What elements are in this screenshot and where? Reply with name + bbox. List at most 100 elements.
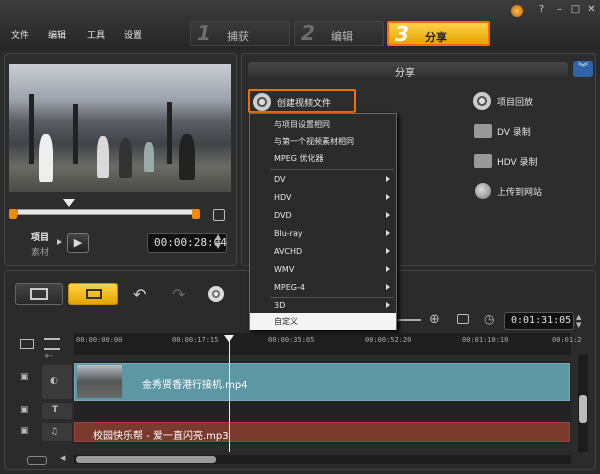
menu-item-label: WMV <box>274 265 295 274</box>
filmstrip-icon <box>30 288 48 300</box>
clock-icon: ◷ <box>484 312 495 326</box>
duration-stepper-icon[interactable]: ▲ ▼ <box>576 313 581 329</box>
zoom-slider[interactable] <box>397 319 421 321</box>
create-video-dropdown: 与项目设置相同 与第一个视频素材相同 MPEG 优化器 DV HDV DVD B… <box>249 113 397 330</box>
scrubber-track[interactable] <box>17 209 193 215</box>
title-track-icon: T <box>52 405 59 415</box>
project-playback-icon <box>473 92 491 110</box>
music-track-toggle-icon[interactable]: ▣ <box>20 426 29 436</box>
share-panel-title: 分享 <box>395 68 415 79</box>
menu-separator <box>270 169 394 170</box>
globe-icon <box>475 183 491 199</box>
track-manager-icon[interactable] <box>20 339 34 349</box>
ruler-tick-label: 00:00:17:15 <box>172 336 219 344</box>
dv-camera-icon <box>474 124 492 138</box>
mode-project[interactable]: 项目 <box>31 230 49 243</box>
zoom-in-icon[interactable]: ⊕ <box>429 312 440 327</box>
menu-item-same-as-first-clip[interactable]: 与第一个视频素材相同 <box>250 133 396 150</box>
submenu-arrow-icon <box>386 212 390 218</box>
project-playback-option[interactable]: 项目回放 <box>497 95 533 108</box>
vertical-scroll-thumb[interactable] <box>579 395 587 423</box>
ruler-tick-label: 00:00:35:05 <box>268 336 315 344</box>
collapse-chevron-icon[interactable]: ︾ <box>573 61 593 77</box>
menu-item-same-as-project[interactable]: 与项目设置相同 <box>250 116 396 133</box>
film-reel-icon <box>253 93 271 111</box>
scroll-left-icon[interactable]: ◀ <box>60 454 65 462</box>
project-duration-timecode[interactable]: 0:01:31:05 <box>504 312 574 330</box>
submenu-arrow-icon <box>386 266 390 272</box>
trim-end-handle[interactable] <box>192 209 200 219</box>
maximize-button[interactable]: □ <box>568 3 583 17</box>
record-capture-icon[interactable] <box>208 286 224 302</box>
chapter-list-icon[interactable] <box>44 338 60 350</box>
submenu-arrow-icon <box>386 248 390 254</box>
mode-clip[interactable]: 素材 <box>31 245 49 258</box>
music-track-icon: ♫ <box>50 427 59 437</box>
tab-share[interactable]: 3 分享 <box>387 21 490 46</box>
hdv-camera-icon <box>474 154 492 168</box>
submenu-arrow-icon <box>386 176 390 182</box>
submenu-arrow-icon <box>386 302 390 308</box>
timeline-icon <box>86 289 102 299</box>
step-label: 分享 <box>425 31 447 44</box>
menu-edit[interactable]: 编辑 <box>48 28 66 41</box>
timeline-view-button[interactable] <box>68 283 118 305</box>
audio-clip-label: 校园快乐帮 - 爱一直闪亮.mp3 <box>93 431 229 442</box>
title-track[interactable] <box>74 403 571 420</box>
hdv-record-option[interactable]: HDV 录制 <box>497 155 538 168</box>
minimize-button[interactable]: – <box>552 3 567 17</box>
submenu-arrow-icon <box>386 194 390 200</box>
menu-item-hdv[interactable]: HDV <box>250 189 396 206</box>
title-track-toggle-icon[interactable]: ▣ <box>20 405 29 415</box>
menu-item-label: 3D <box>274 301 286 310</box>
upload-to-web-option[interactable]: 上传到网站 <box>497 185 542 198</box>
menu-file[interactable]: 文件 <box>11 28 29 41</box>
help-icon[interactable]: ? <box>534 3 549 17</box>
storyboard-view-button[interactable] <box>15 283 63 305</box>
tab-capture[interactable]: 1 捕获 <box>190 21 290 46</box>
horizontal-scroll-thumb[interactable] <box>76 456 216 463</box>
menu-item-mpeg4[interactable]: MPEG-4 <box>250 279 396 296</box>
video-preview <box>9 64 231 192</box>
menu-item-custom[interactable]: 自定义 <box>250 313 396 330</box>
dv-record-option[interactable]: DV 录制 <box>497 125 531 138</box>
timecode-stepper-icon[interactable]: ▲ ▼ <box>215 232 221 250</box>
ruler-tick-label: 00:00:00:00 <box>76 336 123 344</box>
step-label: 编辑 <box>331 30 353 43</box>
menu-item-mpeg-optimizer[interactable]: MPEG 优化器 <box>250 150 396 167</box>
zoom-toggle[interactable]: +- <box>44 352 52 360</box>
menu-item-wmv[interactable]: WMV <box>250 261 396 278</box>
create-video-file-button[interactable]: 创建视频文件 <box>248 89 356 113</box>
step-label: 捕获 <box>227 30 249 43</box>
submenu-arrow-icon <box>386 284 390 290</box>
step-number: 2 <box>301 21 315 45</box>
play-button[interactable]: ▶ <box>67 233 89 253</box>
redo-icon[interactable]: ↷ <box>172 285 185 304</box>
menu-item-dv[interactable]: DV <box>250 171 396 188</box>
ruler-tick-label: 00:00:52:20 <box>365 336 412 344</box>
menu-item-avchd[interactable]: AVCHD <box>250 243 396 260</box>
submenu-arrow-icon <box>386 230 390 236</box>
menu-item-bluray[interactable]: Blu-ray <box>250 225 396 242</box>
menu-item-dvd[interactable]: DVD <box>250 207 396 224</box>
fit-project-icon[interactable] <box>457 314 469 324</box>
video-clip-label: 金秀贤香港行接机.mp4 <box>142 380 248 391</box>
playhead-handle[interactable] <box>224 335 234 342</box>
video-clip-thumbnail <box>77 365 122 398</box>
video-track-toggle-icon[interactable]: ▣ <box>20 372 29 382</box>
menu-item-label: Blu-ray <box>274 229 303 238</box>
menu-item-3d[interactable]: 3D <box>250 297 396 314</box>
undo-icon[interactable]: ↶ <box>133 285 146 304</box>
menu-tools[interactable]: 工具 <box>87 28 105 41</box>
add-track-button[interactable] <box>27 456 47 465</box>
menu-item-label: MPEG-4 <box>274 283 305 292</box>
trim-start-handle[interactable] <box>9 209 17 219</box>
ruler-tick-label: 00:01:10:10 <box>462 336 509 344</box>
mode-arrow-icon <box>57 239 62 245</box>
scrubber-handle[interactable] <box>63 199 75 207</box>
timeline-playhead[interactable] <box>229 340 230 452</box>
close-button[interactable]: ✕ <box>584 3 599 17</box>
enlarge-preview-icon[interactable] <box>213 209 225 221</box>
tab-edit[interactable]: 2 编辑 <box>294 21 384 46</box>
menu-settings[interactable]: 设置 <box>124 28 142 41</box>
